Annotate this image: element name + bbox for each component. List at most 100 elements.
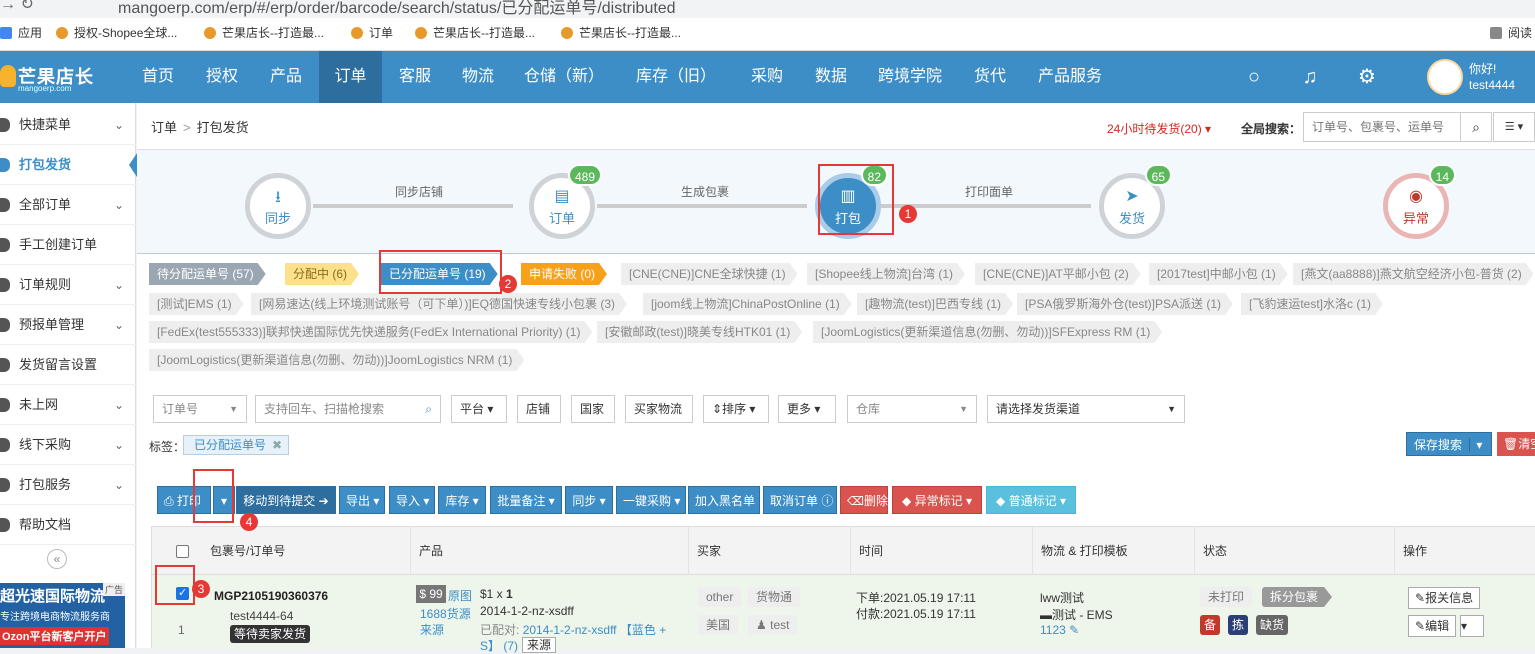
sidebar-collapse-button[interactable]: «: [47, 549, 67, 569]
channel-tag[interactable]: [PSA俄罗斯海外仓(test)]PSA派送 (1): [1017, 293, 1233, 315]
channel-tag[interactable]: [JoomLogistics(更新渠道信息(勿删、勿动))]JoomLogist…: [149, 349, 524, 371]
nav-inventory-old[interactable]: 库存（旧）: [627, 51, 725, 103]
channel-tag[interactable]: [joom线上物流]ChinaPostOnline (1): [643, 293, 852, 315]
source-1688-link[interactable]: 1688货源: [420, 605, 471, 622]
global-search-input[interactable]: [1303, 112, 1461, 142]
address-bar[interactable]: → ↻ mangoerp.com/erp/#/erp/order/barcode…: [0, 0, 1535, 18]
save-search-button[interactable]: 保存搜索 ▾: [1406, 432, 1492, 456]
breadcrumb-root[interactable]: 订单: [151, 120, 177, 135]
search-mode-dropdown[interactable]: ☰ ▾: [1493, 112, 1535, 142]
bookmark-mango-2[interactable]: 芒果店长--打造最...: [415, 24, 535, 41]
channel-tag[interactable]: [JoomLogistics(更新渠道信息(勿删、勿动))]SFExpress …: [813, 321, 1162, 343]
add-blacklist-button[interactable]: 加入黑名单: [688, 486, 760, 514]
table-row[interactable]: 1 MGP2105190360376 test4444-64 等待卖家发货 $ …: [152, 575, 1535, 653]
shop-filter-button[interactable]: 店铺: [517, 395, 561, 423]
cancel-order-button[interactable]: 取消订单 ⓘ: [763, 486, 837, 514]
step-ship[interactable]: ➤ 发货 65: [1099, 164, 1172, 239]
out-of-stock-flag[interactable]: 缺货: [1256, 615, 1288, 635]
search-icon[interactable]: ○: [1242, 65, 1266, 89]
pending-24h-link[interactable]: 24小时待发货(20) ▾: [1107, 120, 1211, 137]
delete-button[interactable]: ⌫删除: [840, 486, 888, 514]
edit-dropdown-toggle[interactable]: ▾: [1460, 615, 1484, 637]
step-link-generate-package[interactable]: 生成包裹: [681, 183, 729, 200]
channel-tag[interactable]: [FedEx(test555333)]联邦快递国际优先快递服务(FedEx In…: [149, 321, 592, 343]
channel-tag[interactable]: [测试]EMS (1): [149, 293, 244, 315]
tab-assigned[interactable]: 已分配运单号 (19): [381, 263, 498, 285]
import-dropdown[interactable]: 导入 ▾: [389, 486, 435, 514]
brand-logo[interactable]: 芒果店长 mangoerp.com: [0, 59, 130, 95]
sort-dropdown[interactable]: ⇕排序 ▾: [703, 395, 769, 423]
bookmark-mango-1[interactable]: 芒果店长--打造最...: [204, 24, 324, 41]
sidebar-item-manual-order[interactable]: 手工创建订单: [0, 225, 136, 265]
package-number[interactable]: MGP2105190360376: [214, 589, 328, 603]
nav-logistics[interactable]: 物流: [449, 51, 507, 103]
nav-products[interactable]: 产品: [256, 51, 316, 103]
channel-tag[interactable]: [趣物流(test)]巴西专线 (1): [857, 293, 1013, 315]
remove-tag-icon[interactable]: ✖: [272, 436, 282, 454]
pick-flag[interactable]: 拣: [1228, 615, 1248, 635]
ad-tag[interactable]: 广告: [102, 583, 125, 596]
nav-data[interactable]: 数据: [802, 51, 860, 103]
sidebar-item-offline-purchase[interactable]: 线下采购 ⌄: [0, 425, 136, 465]
nav-academy[interactable]: 跨境学院: [870, 51, 950, 103]
avatar[interactable]: [1427, 59, 1463, 95]
channel-tag[interactable]: [网易速达(线上环境测试账号（可下单）)]EQ德国快速专线小包裹 (3): [251, 293, 627, 315]
sidebar-item-ship-message[interactable]: 发货留言设置: [0, 345, 136, 385]
channel-tag[interactable]: [燕文(aa8888)]燕文航空经济小包-普货 (2): [1293, 263, 1534, 285]
country-filter-button[interactable]: 国家: [571, 395, 615, 423]
nav-forwarding[interactable]: 货代: [960, 51, 1020, 103]
nav-purchase[interactable]: 采购: [738, 51, 796, 103]
nav-warehouse-new[interactable]: 仓储（新）: [516, 51, 612, 103]
step-link-sync-shop[interactable]: 同步店铺: [395, 183, 443, 200]
original-image-link[interactable]: 原图: [448, 587, 472, 604]
step-exception[interactable]: ◉ 异常 14: [1383, 164, 1456, 239]
order-number[interactable]: test4444-64: [230, 609, 293, 623]
ad-banner[interactable]: 超光速国际物流 专注跨境电商物流服务商 Ozon平台新客户开户 广告: [0, 583, 125, 648]
url-text[interactable]: mangoerp.com/erp/#/erp/order/barcode/sea…: [118, 0, 676, 18]
sidebar-item-forecast[interactable]: 预报单管理 ⌄: [0, 305, 136, 345]
abnormal-mark-dropdown[interactable]: ◆ 异常标记 ▾: [892, 486, 982, 514]
channel-tag[interactable]: [安徽邮政(test)]晓美专线HTK01 (1): [597, 321, 802, 343]
channel-tag[interactable]: [飞豹速运test]水洛c (1): [1241, 293, 1383, 315]
export-dropdown[interactable]: 导出 ▾: [339, 486, 385, 514]
nav-home[interactable]: 首页: [130, 51, 186, 103]
sync-dropdown[interactable]: 同步 ▾: [565, 486, 613, 514]
step-link-print-label[interactable]: 打印面单: [965, 183, 1013, 200]
tracking-number[interactable]: 1123 ✎: [1040, 623, 1079, 637]
more-dropdown[interactable]: 更多 ▾: [778, 395, 836, 423]
nav-auth[interactable]: 授权: [192, 51, 252, 103]
tab-failed[interactable]: 申请失败 (0): [521, 263, 607, 285]
channel-tag[interactable]: [Shopee线上物流]台湾 (1): [807, 263, 965, 285]
sidebar-item-order-rules[interactable]: 订单规则 ⌄: [0, 265, 136, 305]
bookmark-apps[interactable]: 应用: [0, 24, 42, 41]
gear-icon[interactable]: ⚙: [1355, 65, 1379, 89]
sidebar-item-pack-ship[interactable]: 打包发货: [0, 145, 137, 185]
channel-tag[interactable]: [2017test]中邮小包 (1): [1149, 263, 1288, 285]
clear-button[interactable]: 🗑清空: [1497, 432, 1535, 456]
stock-dropdown[interactable]: 库存 ▾: [438, 486, 486, 514]
order-search-input[interactable]: 支持回车、扫描枪搜索 ⌕: [255, 395, 441, 423]
step-pack[interactable]: ▥ 打包 82: [815, 164, 888, 239]
bookmark-shopee[interactable]: 授权-Shopee全球...: [56, 24, 177, 41]
select-all-checkbox[interactable]: [176, 545, 189, 558]
batch-note-dropdown[interactable]: 批量备注 ▾: [490, 486, 562, 514]
bookmark-orders[interactable]: 订单: [351, 24, 393, 41]
bookmark-mango-3[interactable]: 芒果店长--打造最...: [561, 24, 681, 41]
print-dropdown-toggle[interactable]: ▾: [213, 486, 235, 514]
back-forward-icon[interactable]: → ↻: [0, 0, 34, 14]
source-link[interactable]: 来源: [420, 621, 444, 638]
nav-orders[interactable]: 订单: [319, 51, 382, 103]
bell-icon[interactable]: ♫: [1298, 65, 1322, 89]
buyer-user[interactable]: ♟ test: [748, 615, 798, 635]
tab-unassigned[interactable]: 待分配运单号 (57): [149, 263, 266, 285]
move-to-pending-button[interactable]: 移动到待提交 ➔: [236, 486, 336, 514]
search-icon[interactable]: ⌕: [1460, 112, 1492, 142]
order-field-select[interactable]: 订单号 ▼: [153, 395, 247, 423]
warehouse-select[interactable]: 仓库 ▼: [847, 395, 977, 423]
sidebar-item-shortcut[interactable]: 快捷菜单 ⌄: [0, 105, 136, 145]
one-click-purchase-dropdown[interactable]: 一键采购 ▾: [616, 486, 686, 514]
channel-tag[interactable]: [CNE(CNE)]CNE全球快捷 (1): [621, 263, 798, 285]
note-flag[interactable]: 备: [1200, 615, 1220, 635]
sidebar-item-not-online[interactable]: 未上网 ⌄: [0, 385, 136, 425]
tab-assigning[interactable]: 分配中 (6): [285, 263, 359, 285]
